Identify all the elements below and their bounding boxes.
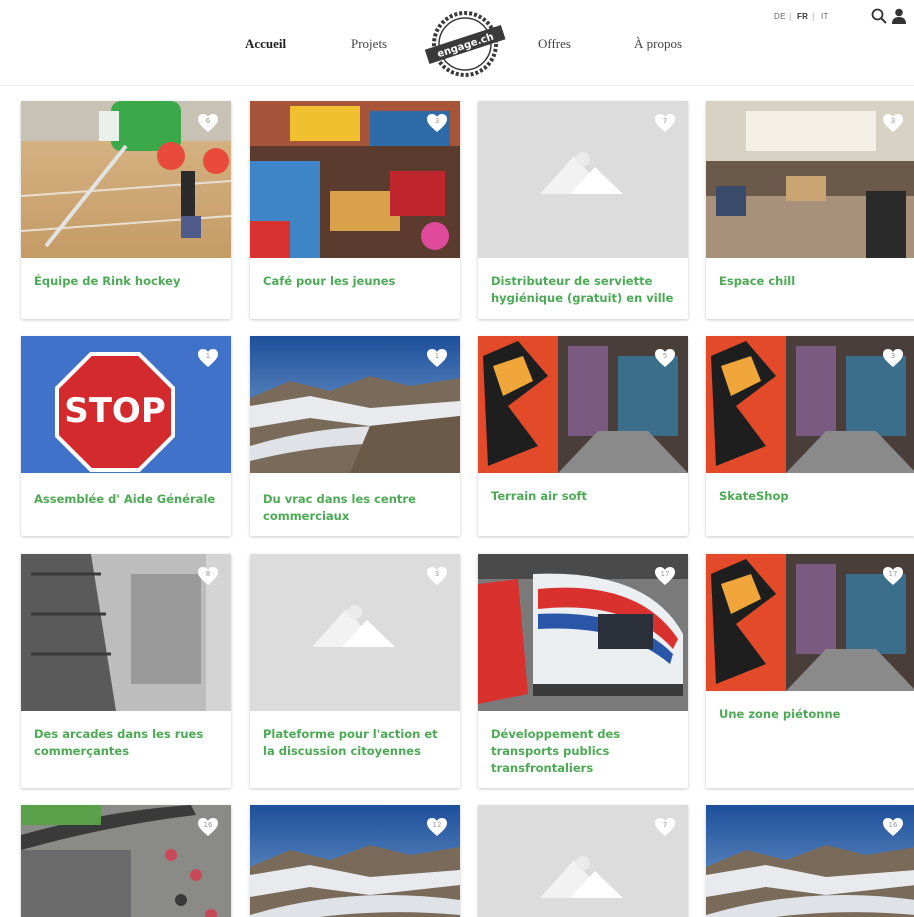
svg-text:STOP: STOP (64, 391, 166, 431)
like-count: 3 (434, 570, 440, 578)
project-card[interactable]: 5 Terrain air soft (478, 336, 688, 536)
project-card[interactable]: 3 Espace chill (706, 101, 914, 319)
project-card[interactable]: 17 Développement des transports publics … (478, 554, 688, 788)
like-button[interactable]: 3 (426, 113, 448, 133)
like-count: 7 (662, 821, 668, 829)
like-count: 3 (890, 117, 896, 125)
like-button[interactable]: 3 (882, 113, 904, 133)
like-button[interactable]: 8 (197, 566, 219, 586)
logo-text: engage.ch (436, 32, 495, 61)
like-button[interactable]: 17 (654, 566, 676, 586)
engage-logo[interactable]: engage.ch (422, 9, 508, 79)
project-card[interactable]: 6 Équipe de Rink hockey (21, 101, 231, 319)
like-count: 5 (662, 352, 668, 360)
project-title: Terrain air soft (491, 489, 587, 503)
like-button[interactable]: 1 (197, 348, 219, 368)
project-title: Distributeur de serviette hygiénique (gr… (491, 274, 674, 305)
like-count: 7 (662, 117, 668, 125)
nav-accueil[interactable]: Accueil (245, 36, 286, 52)
project-title: Équipe de Rink hockey (34, 274, 181, 288)
nav-offres[interactable]: Offres (538, 36, 571, 52)
like-button[interactable]: 16 (882, 817, 904, 837)
project-title: Café pour les jeunes (263, 274, 396, 288)
like-button[interactable]: 17 (882, 566, 904, 586)
project-title: Espace chill (719, 274, 796, 288)
project-title: Assemblée d' Aide Générale (34, 492, 216, 506)
lang-fr[interactable]: FR (797, 12, 808, 21)
like-button[interactable]: 3 (426, 566, 448, 586)
like-count: 17 (660, 570, 670, 578)
project-card[interactable]: 3 SkateShop (706, 336, 914, 536)
like-count: 3 (890, 352, 896, 360)
project-card[interactable]: 16 (21, 805, 231, 917)
project-title: Développement des transports publics tra… (491, 727, 621, 775)
project-title: SkateShop (719, 489, 789, 503)
like-button[interactable]: 5 (654, 348, 676, 368)
like-count: 12 (432, 821, 442, 829)
project-grid: 6 Équipe de Rink hockey 3 Café pour les … (0, 100, 914, 917)
like-button[interactable]: 7 (654, 817, 676, 837)
like-count: 1 (434, 352, 440, 360)
project-card[interactable]: 7 Distributeur de serviette hygiénique (… (478, 101, 688, 319)
lang-separator: | (789, 11, 792, 21)
like-count: 8 (205, 570, 211, 578)
project-title: Des arcades dans les rues commerçantes (34, 727, 204, 758)
project-card[interactable]: 1 Du vrac dans les centre commerciaux (250, 336, 460, 536)
project-card[interactable]: 7 (478, 805, 688, 917)
like-button[interactable]: 1 (426, 348, 448, 368)
lang-separator: | (812, 11, 815, 21)
user-icon[interactable] (890, 7, 908, 25)
project-title: Plateforme pour l'action et la discussio… (263, 727, 438, 758)
project-card[interactable]: 3 Plateforme pour l'action et la discuss… (250, 554, 460, 788)
project-card[interactable]: 12 (250, 805, 460, 917)
project-card[interactable]: 16 (706, 805, 914, 917)
site-header: Accueil Projets engage.ch Offres À propo… (0, 0, 914, 86)
nav-a-propos[interactable]: À propos (634, 36, 682, 52)
like-button[interactable]: 3 (882, 348, 904, 368)
search-icon[interactable] (870, 7, 888, 25)
project-card[interactable]: 8 Des arcades dans les rues commerçantes (21, 554, 231, 788)
like-count: 16 (203, 821, 213, 829)
project-title: Du vrac dans les centre commerciaux (263, 492, 416, 523)
like-button[interactable]: 7 (654, 113, 676, 133)
like-button[interactable]: 6 (197, 113, 219, 133)
project-title: Une zone piétonne (719, 707, 841, 721)
nav-projets[interactable]: Projets (351, 36, 387, 52)
like-count: 3 (434, 117, 440, 125)
like-button[interactable]: 16 (197, 817, 219, 837)
like-count: 6 (205, 117, 211, 125)
project-card[interactable]: 3 Café pour les jeunes (250, 101, 460, 319)
like-count: 17 (888, 570, 898, 578)
like-count: 16 (888, 821, 898, 829)
lang-de[interactable]: DE (774, 12, 786, 21)
project-card[interactable]: STOP 1 Assemblée d' Aide Générale (21, 336, 231, 536)
lang-it[interactable]: IT (821, 12, 829, 21)
project-card[interactable]: 17 Une zone piétonne (706, 554, 914, 788)
like-button[interactable]: 12 (426, 817, 448, 837)
like-count: 1 (205, 352, 211, 360)
